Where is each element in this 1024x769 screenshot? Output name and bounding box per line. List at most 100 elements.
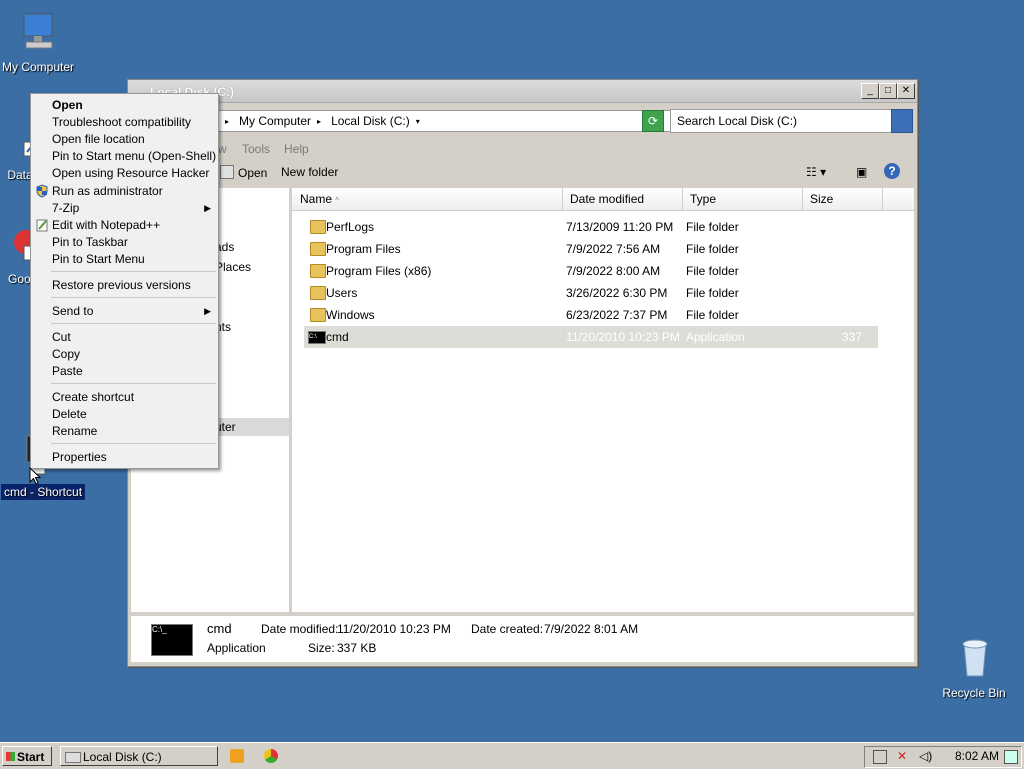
show-desktop-icon[interactable] [1004,750,1018,764]
menu-item-pin-start-menu[interactable]: Pin to Start Menu [31,251,218,268]
file-name: Windows [326,308,375,322]
taskbar-button-local-disk[interactable]: Local Disk (C:) [60,746,218,766]
file-name: cmd [326,330,349,344]
toolbar: Open New folder ☷ ▾ ▣ ? [128,160,917,186]
cmd-icon: C:\ [308,331,326,344]
desktop-icon-label: My Computer [1,60,75,74]
start-label: Start [17,750,45,764]
menu-item-copy[interactable]: Copy [31,346,218,363]
chevron-right-icon: ▸ [225,116,230,126]
folder-icon [310,242,326,256]
details-pane: C:\_ cmd Application Date modified: 11/2… [131,615,914,662]
menu-item-troubleshoot[interactable]: Troubleshoot compatibility [31,114,218,131]
menu-item-send-to[interactable]: Send to ▶ [31,303,218,320]
taskbar: Start Local Disk (C:) ✕ ◁) 8:02 AM [0,742,1024,769]
details-name: cmd [207,621,232,636]
column-type[interactable]: Type [682,188,803,210]
title-bar[interactable]: Local Disk (C:) _ □ ✕ [128,80,917,103]
close-button[interactable]: ✕ [897,83,915,99]
search-input[interactable]: Search Local Disk (C:) [670,109,896,133]
menu-help[interactable]: Help [284,142,309,156]
details-created-label: Date created: [471,622,544,636]
help-icon[interactable]: ? [884,163,900,179]
column-date-modified[interactable]: Date modified [562,188,683,210]
view-options-icon[interactable]: ☷ ▾ [806,165,826,179]
table-row[interactable]: Windows 6/23/2022 7:37 PM File folder [304,304,878,326]
open-label: Open [238,166,268,180]
column-label: Name [300,192,333,206]
recycle-bin-icon [952,636,996,680]
menu-view[interactable]: w [218,142,227,156]
breadcrumb-my-computer[interactable]: My Computer [239,114,311,128]
menu-item-rename[interactable]: Rename [31,423,218,440]
open-icon [220,165,234,179]
menu-item-label: Edit with Notepad++ [52,218,161,232]
start-button[interactable]: Start [2,746,52,766]
quicklaunch-chrome-icon[interactable] [264,749,278,763]
table-row[interactable]: Program Files 7/9/2022 7:56 AM File fold… [304,238,878,260]
menu-item-run-as-admin[interactable]: Run as administrator [31,183,218,200]
menu-item-cut[interactable]: Cut [31,329,218,346]
file-size: 337 KB [842,330,863,366]
chevron-down-icon[interactable]: ▾ [416,117,420,126]
table-row[interactable]: Program Files (x86) 7/9/2022 8:00 AM Fil… [304,260,878,282]
menu-item-pin-start-openshell[interactable]: Pin to Start menu (Open-Shell) [31,148,218,165]
file-date: 7/9/2022 7:56 AM [566,242,661,256]
file-type: File folder [686,286,739,300]
explorer-window[interactable]: Local Disk (C:) _ □ ✕ ▸ My Computer ▸ Lo… [127,79,918,667]
clock[interactable]: 8:02 AM [955,749,999,763]
folder-icon [310,286,326,300]
menu-item-open[interactable]: Open [31,97,218,114]
menu-item-label: Send to [52,304,94,318]
folder-icon [310,308,326,322]
breadcrumb-local-disk[interactable]: Local Disk (C:) [331,114,410,128]
menu-item-paste[interactable]: Paste [31,363,218,380]
context-menu: Open Troubleshoot compatibility Open fil… [30,93,219,469]
menu-item-label: Run as administrator [52,184,163,198]
menu-item-resource-hacker[interactable]: Open using Resource Hacker [31,165,218,182]
menu-separator [51,297,216,298]
submenu-arrow-icon: ▶ [204,203,211,213]
volume-icon[interactable]: ◁) [919,749,932,763]
column-name[interactable]: Name ^ [292,188,563,210]
quicklaunch-media-icon[interactable] [230,749,244,763]
refresh-button[interactable]: ⟳ [642,110,664,132]
new-folder-button[interactable]: New folder [281,165,338,179]
desktop-icon-label: Recycle Bin [942,686,1006,700]
network-icon[interactable] [873,750,887,764]
chevron-right-icon[interactable]: ▸ [317,117,321,126]
minimize-button[interactable]: _ [861,83,879,99]
file-list[interactable]: Name ^ Date modified Type Size PerfLogs … [292,188,914,612]
menu-item-label: 7-Zip [52,201,80,215]
file-type: File folder [686,308,739,322]
menu-item-restore-versions[interactable]: Restore previous versions [31,277,218,294]
menu-tools[interactable]: Tools [242,142,270,156]
details-modified: 11/20/2010 10:23 PM [337,622,451,636]
menu-item-open-file-location[interactable]: Open file location [31,131,218,148]
table-row[interactable]: Users 3/26/2022 6:30 PM File folder [304,282,878,304]
menu-item-properties[interactable]: Properties [31,449,218,466]
maximize-button[interactable]: □ [879,83,897,99]
menu-item-7zip[interactable]: 7-Zip ▶ [31,200,218,217]
security-alert-icon[interactable]: ✕ [897,749,907,763]
table-row[interactable]: PerfLogs 7/13/2009 11:20 PM File folder [304,216,878,238]
file-date: 3/26/2022 6:30 PM [566,286,668,300]
menu-item-notepadpp[interactable]: Edit with Notepad++ [31,217,218,234]
search-icon[interactable] [891,109,913,133]
mouse-cursor-icon [29,466,42,488]
menu-item-pin-taskbar[interactable]: Pin to Taskbar [31,234,218,251]
details-modified-label: Date modified: [261,622,339,636]
menu-item-create-shortcut[interactable]: Create shortcut [31,389,218,406]
submenu-arrow-icon: ▶ [204,306,211,316]
nav-item-recent-places[interactable]: Places [215,260,251,274]
menu-item-delete[interactable]: Delete [31,406,218,423]
desktop-icon-my-computer[interactable]: My Computer [0,10,76,74]
details-size: 337 KB [337,641,377,655]
details-size-label: Size: [308,641,335,655]
column-size[interactable]: Size [802,188,883,210]
open-button[interactable]: Open [220,165,267,180]
preview-pane-icon[interactable]: ▣ [856,165,867,179]
desktop-icon-recycle-bin[interactable]: Recycle Bin [936,636,1012,700]
uac-shield-icon [35,184,49,198]
table-row-selected[interactable]: C:\ cmd 11/20/2010 10:23 PM Application … [304,326,878,366]
